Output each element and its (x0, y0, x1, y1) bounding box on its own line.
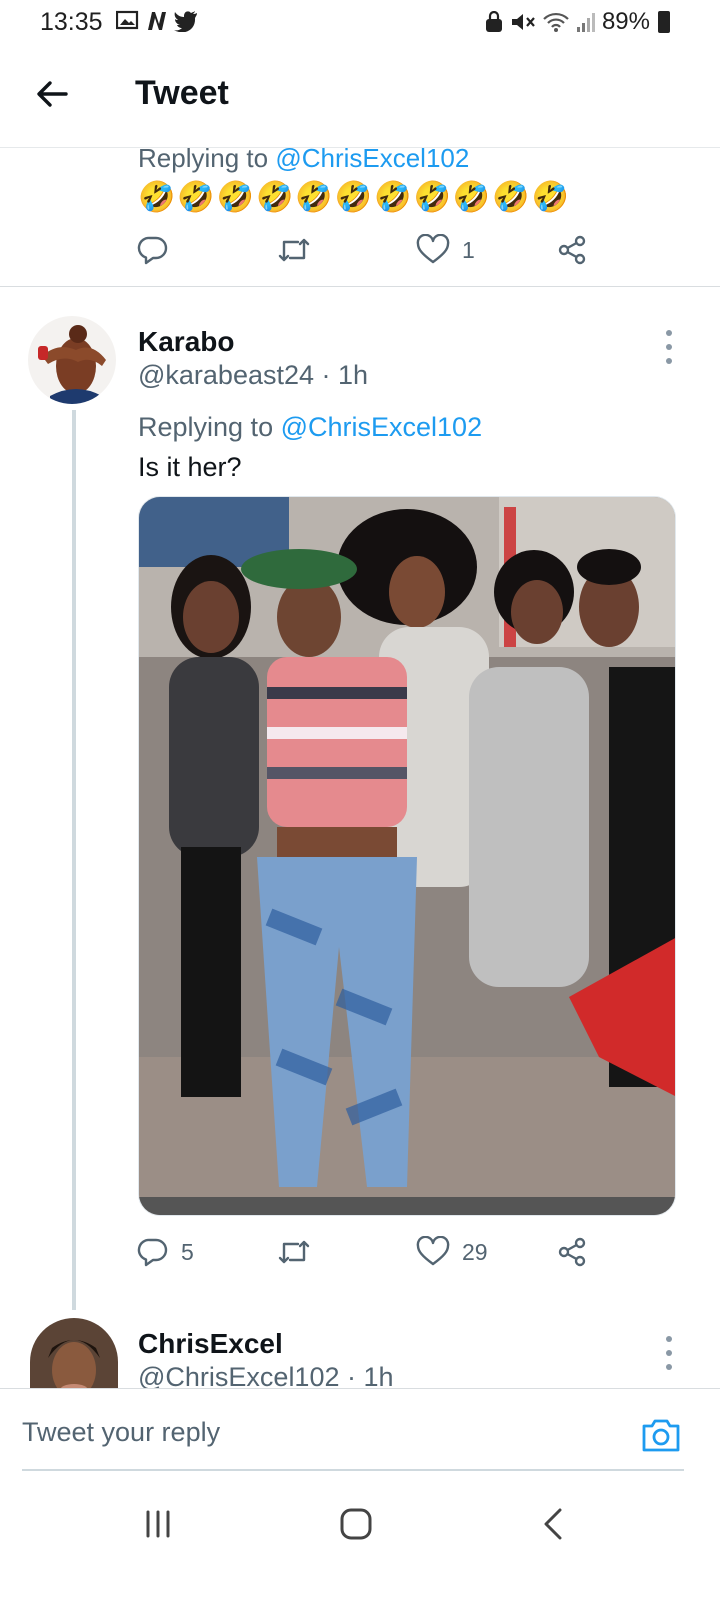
author-handle-time: @ChrisExcel102 · 1h (138, 1362, 394, 1388)
status-notification-icons (116, 10, 198, 32)
share-button[interactable] (556, 234, 588, 266)
share-icon (558, 1237, 586, 1267)
share-icon (558, 235, 586, 265)
tweet-text: Is it her? (138, 452, 242, 482)
reply-input-underline (22, 1469, 684, 1471)
netflix-n-icon (148, 12, 166, 30)
mute-icon (511, 14, 535, 30)
battery-percentage: 89% (601, 8, 650, 35)
battery-icon (658, 11, 670, 33)
like-count: 1 (462, 236, 475, 263)
reply-button[interactable]: 5 (137, 1236, 194, 1268)
reply-icon (137, 236, 168, 265)
reply-count: 5 (181, 1238, 194, 1265)
like-button[interactable]: 1 (416, 234, 475, 266)
author-display-name[interactable]: Karabo (138, 326, 234, 358)
heart-icon (416, 1236, 450, 1266)
camera-icon[interactable] (640, 1414, 682, 1456)
page-title: Tweet (135, 74, 229, 112)
previous-tweet-replying-to: Replying to @ChrisExcel102 (138, 143, 469, 174)
reply-icon (137, 1238, 168, 1267)
tweet-reply-input[interactable]: Tweet your reply (22, 1410, 602, 1454)
tweet-divider (0, 286, 720, 287)
more-options-icon[interactable] (664, 330, 674, 364)
heart-icon (416, 234, 450, 264)
signal-icon (576, 13, 595, 32)
recent-apps-icon[interactable] (138, 1504, 178, 1544)
avatar-image (30, 1318, 118, 1388)
image-icon (116, 10, 139, 30)
retweet-button[interactable] (276, 234, 324, 266)
avatar-image (28, 316, 116, 404)
tweet-photo[interactable] (138, 496, 676, 1216)
main-tweet-replying-to: Replying to @ChrisExcel102 (138, 412, 482, 443)
status-time: 13:35 (40, 8, 103, 36)
home-icon[interactable] (336, 1504, 376, 1544)
status-bar: 13:35 89% (0, 0, 720, 44)
tweet-photo-image (139, 497, 675, 1215)
more-options-icon[interactable] (664, 1336, 674, 1370)
replying-to-label: Replying to (138, 143, 276, 173)
twitter-bird-icon (174, 11, 197, 32)
avatar[interactable] (28, 316, 116, 404)
retweet-icon (278, 1240, 310, 1264)
top-app-bar: Tweet (0, 44, 720, 148)
author-handle-time: @karabeast24 · 1h (138, 360, 369, 390)
back-arrow-icon[interactable] (32, 74, 72, 114)
wifi-icon (543, 12, 569, 32)
share-button[interactable] (556, 1236, 588, 1268)
replying-to-handle-link[interactable]: @ChrisExcel102 (275, 143, 469, 173)
avatar[interactable] (30, 1318, 118, 1388)
reply-button[interactable] (137, 234, 181, 266)
author-display-name[interactable]: ChrisExcel (138, 1328, 283, 1360)
previous-tweet-text: 🤣🤣🤣🤣🤣🤣🤣🤣🤣🤣🤣 (138, 181, 571, 214)
status-system-icons: 89% (484, 8, 670, 36)
retweet-icon (278, 238, 310, 262)
like-button[interactable]: 29 (416, 1236, 488, 1268)
retweet-button[interactable] (276, 1236, 324, 1268)
replying-to-handle-link[interactable]: @ChrisExcel102 (281, 412, 483, 442)
thread-connector-line (72, 410, 76, 1310)
alarm-lock-icon (485, 11, 502, 32)
like-count: 29 (462, 1238, 488, 1265)
back-icon[interactable] (534, 1504, 574, 1544)
replying-to-label: Replying to (138, 412, 281, 442)
